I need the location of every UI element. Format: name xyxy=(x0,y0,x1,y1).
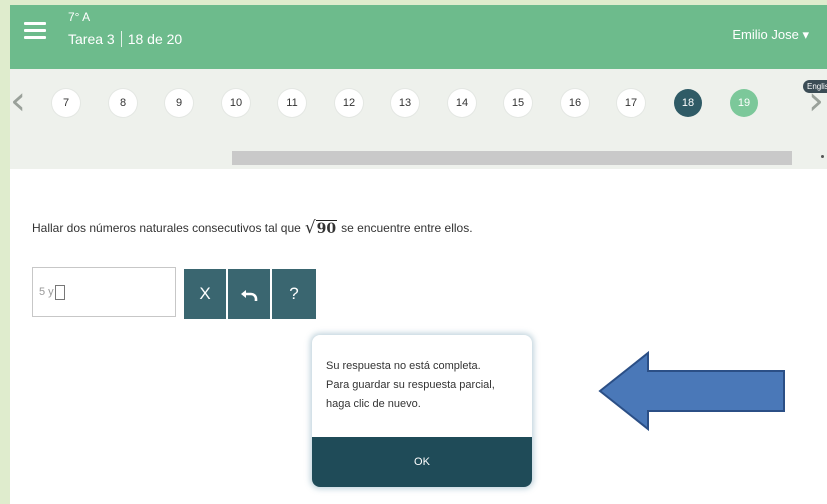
radical-sign-icon: √ xyxy=(304,218,316,238)
question-number-button[interactable]: 7 xyxy=(52,89,80,117)
task-progress: 18 de 20 xyxy=(127,31,183,47)
popup-line-3: haga clic de nuevo. xyxy=(326,398,421,410)
answer-value: 5 y xyxy=(39,286,54,298)
popup-line-1: Su respuesta no está completa. xyxy=(326,360,481,372)
question-number-button[interactable]: 13 xyxy=(391,89,419,117)
help-button[interactable]: ? xyxy=(272,269,316,319)
scroll-indicator-dot xyxy=(821,155,824,158)
left-arrow-icon xyxy=(598,350,785,432)
top-header: 7° A Tarea 3 18 de 20 Emilio Jose ▾ xyxy=(10,5,827,69)
question-number-button[interactable]: 10 xyxy=(222,89,250,117)
question-text: Hallar dos números naturales consecutivo… xyxy=(32,219,473,237)
undo-icon xyxy=(241,289,258,301)
task-info: Tarea 3 18 de 20 xyxy=(68,31,182,47)
question-text-after: se encuentre entre ellos. xyxy=(341,221,473,235)
user-menu[interactable]: Emilio Jose ▾ xyxy=(732,27,809,43)
task-separator xyxy=(120,31,122,47)
square-root-expression: √ 90 xyxy=(304,218,338,238)
popup-message: Su respuesta no está completa. Para guar… xyxy=(326,357,526,414)
undo-button[interactable] xyxy=(228,269,270,319)
question-number-button[interactable]: 17 xyxy=(617,89,645,117)
question-number-button[interactable]: 16 xyxy=(561,89,589,117)
question-number-button[interactable]: 8 xyxy=(109,89,137,117)
ok-button[interactable]: OK xyxy=(312,437,532,487)
question-number-button[interactable]: 9 xyxy=(165,89,193,117)
question-text-before: Hallar dos números naturales consecutivo… xyxy=(32,221,301,235)
question-number-button[interactable]: 19 xyxy=(730,89,758,117)
incomplete-answer-popup: Su respuesta no está completa. Para guar… xyxy=(312,335,532,487)
chevron-left-icon[interactable]: ‹ xyxy=(10,81,26,121)
radicand: 90 xyxy=(315,220,338,237)
question-number-button[interactable]: 18 xyxy=(674,89,702,117)
hamburger-menu-icon[interactable] xyxy=(24,22,46,40)
question-number-button[interactable]: 12 xyxy=(335,89,363,117)
app-frame: 7° A Tarea 3 18 de 20 Emilio Jose ▾ ‹ 7 8… xyxy=(10,5,827,504)
question-number-button[interactable]: 11 xyxy=(278,89,306,117)
course-label: 7° A xyxy=(68,10,91,24)
question-number-button[interactable]: 14 xyxy=(448,89,476,117)
input-placeholder-box xyxy=(54,284,65,300)
question-number-button[interactable]: 15 xyxy=(504,89,532,117)
answer-input[interactable]: 5 y xyxy=(32,267,176,317)
clear-button[interactable]: X xyxy=(184,269,226,319)
task-name: Tarea 3 xyxy=(68,31,115,47)
question-navigator: ‹ 78910111213141516171819 English › xyxy=(10,69,827,169)
popup-line-2: Para guardar su respuesta parcial, xyxy=(326,379,495,391)
chevron-right-icon[interactable]: › xyxy=(808,81,824,121)
navigator-scrollbar[interactable] xyxy=(232,151,792,165)
